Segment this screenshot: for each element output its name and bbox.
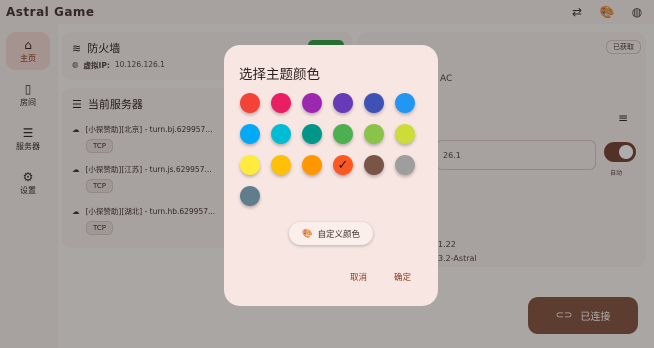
color-swatch[interactable] xyxy=(302,124,322,144)
color-swatch[interactable] xyxy=(333,124,353,144)
color-swatch[interactable] xyxy=(395,155,415,175)
custom-color-label: 自定义颜色 xyxy=(317,229,361,240)
check-icon: ✓ xyxy=(337,157,349,173)
dialog-title: 选择主题颜色 xyxy=(239,67,320,83)
palette-icon: 🎨 xyxy=(301,228,313,239)
color-swatch[interactable] xyxy=(240,155,260,175)
color-swatch[interactable] xyxy=(395,124,415,144)
color-swatch[interactable] xyxy=(364,93,384,113)
color-swatch[interactable] xyxy=(271,124,291,144)
color-swatch[interactable] xyxy=(364,155,384,175)
color-swatch[interactable] xyxy=(395,93,415,113)
color-swatch[interactable] xyxy=(271,93,291,113)
color-swatch[interactable]: ✓ xyxy=(333,155,353,175)
theme-color-dialog: 选择主题颜色 ✓ 🎨 自定义颜色 取消 确定 xyxy=(224,45,438,306)
color-swatch[interactable] xyxy=(302,155,322,175)
color-swatch[interactable] xyxy=(302,93,322,113)
cancel-button[interactable]: 取消 xyxy=(350,271,367,283)
color-swatch[interactable] xyxy=(240,124,260,144)
confirm-button[interactable]: 确定 xyxy=(394,271,411,283)
color-swatch[interactable] xyxy=(271,155,291,175)
color-swatch[interactable] xyxy=(240,186,260,206)
color-swatch[interactable] xyxy=(364,124,384,144)
color-swatch[interactable] xyxy=(333,93,353,113)
custom-color-button[interactable]: 🎨 自定义颜色 xyxy=(289,222,373,245)
color-swatch[interactable] xyxy=(240,93,260,113)
